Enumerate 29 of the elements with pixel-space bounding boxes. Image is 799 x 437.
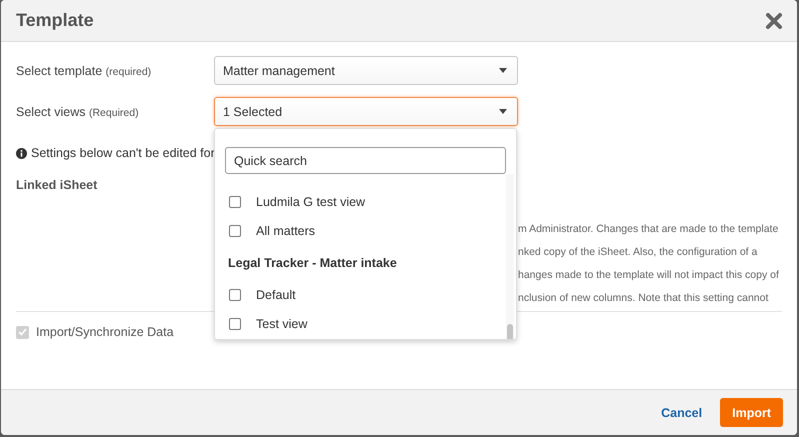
checkbox[interactable]	[229, 225, 241, 238]
description-text: hanges made to the template will not impact this copy of	[518, 268, 780, 283]
menu-option[interactable]: All matters	[229, 216, 516, 246]
close-button[interactable]	[765, 12, 783, 30]
checkbox[interactable]	[229, 196, 241, 208]
checkbox[interactable]	[229, 288, 241, 301]
scrollbar-thumb[interactable]	[507, 324, 513, 339]
dropdown-select[interactable]: 1 Selected	[214, 97, 518, 126]
description-text: nked copy of the iSheet. Also, the configuration of a	[518, 245, 758, 260]
search-field[interactable]: Quick search	[225, 147, 506, 174]
description-text: m Administrator. Changes that are made to the template	[518, 222, 780, 237]
field-label: Select template (required)	[16, 64, 152, 78]
description-text: nclusion of new columns. Note that this setting cannot	[518, 291, 770, 306]
caret-icon	[499, 109, 507, 114]
caret-icon	[499, 68, 507, 73]
field-label: Linked iSheet	[16, 178, 98, 194]
info-icon	[16, 148, 27, 158]
menu-option[interactable]: Test view	[229, 310, 516, 339]
menu-option[interactable]: Default	[229, 280, 516, 310]
group-heading: Legal Tracker - Matter intake	[228, 255, 398, 272]
field-label: Select views (Required)	[16, 104, 140, 118]
dialog-title: Template	[16, 10, 94, 31]
cancel-link[interactable]: Cancel	[661, 406, 702, 420]
notice-text: Settings below can't be edited for	[31, 146, 215, 160]
menu-option[interactable]: Ludmila G test view	[229, 187, 516, 216]
dropdown-select[interactable]: Matter management	[214, 56, 518, 85]
checkbox[interactable]	[229, 318, 241, 330]
close-icon	[765, 12, 783, 30]
checkbox-label: Import/Synchronize Data	[36, 325, 174, 339]
